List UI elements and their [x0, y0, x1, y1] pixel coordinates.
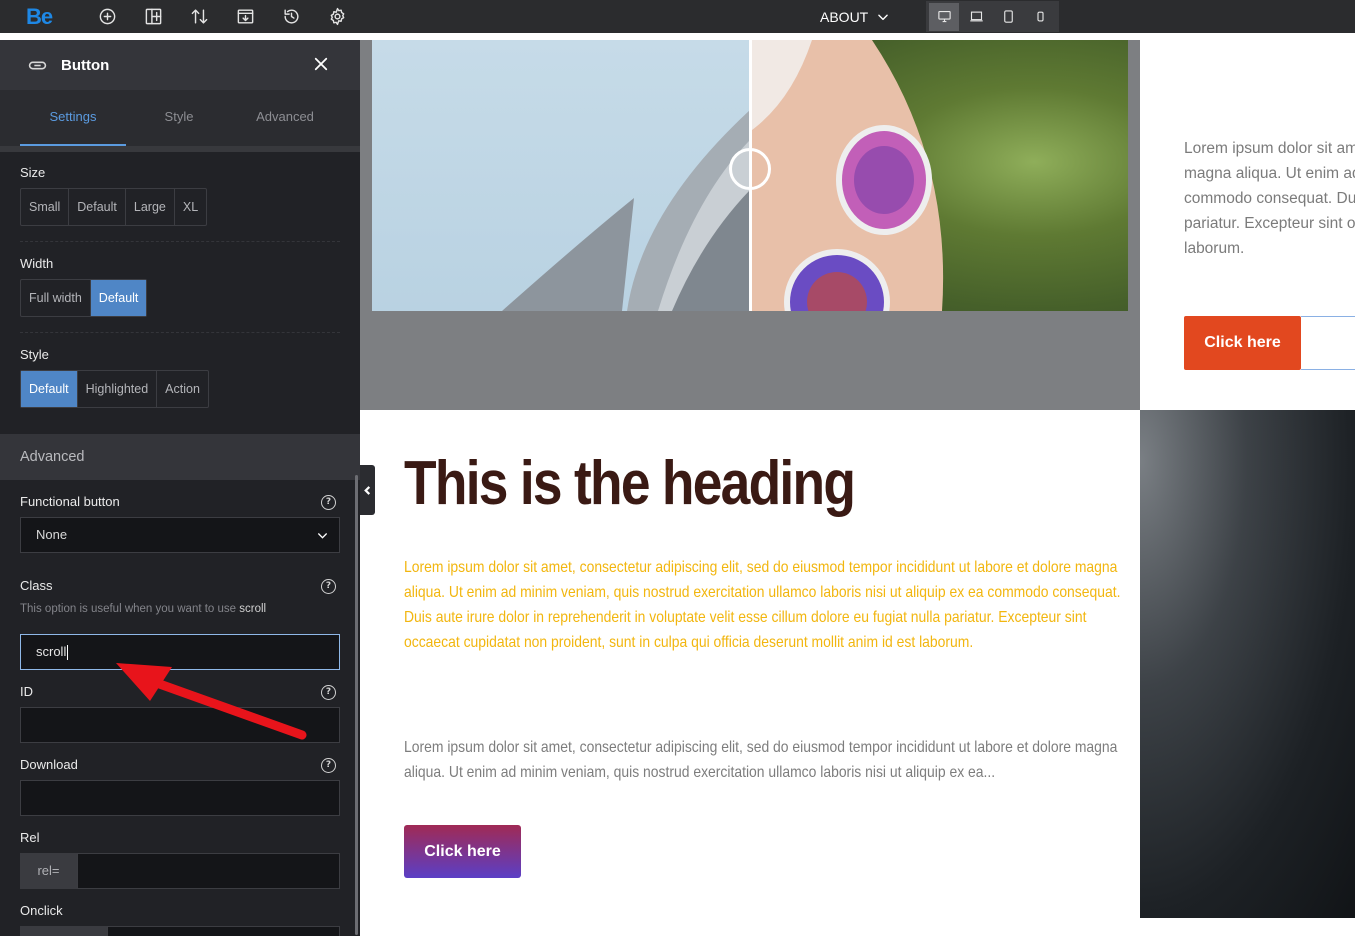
history-icon[interactable]	[280, 5, 302, 27]
class-hint-keyword: scroll	[239, 603, 267, 615]
page-selector-label: ABOUT	[820, 8, 869, 25]
help-icon[interactable]: ?	[321, 579, 336, 594]
width-label: Width	[20, 256, 54, 271]
builder-logo[interactable]: Be	[26, 4, 53, 30]
text-column-top: Lorem ipsum dolor sit amet, magna aliqua…	[1140, 40, 1355, 410]
width-options: Full width Default	[20, 279, 148, 317]
class-label: Class	[20, 578, 53, 593]
download-input[interactable]	[20, 780, 340, 816]
advanced-section-header[interactable]: Advanced	[0, 434, 360, 480]
style-options: Default Highlighted Action	[20, 370, 209, 408]
text-line: laborum.	[1184, 240, 1245, 257]
class-hint: This option is useful when you want to u…	[20, 603, 266, 615]
functional-button-value: None	[36, 527, 68, 542]
desktop-icon[interactable]	[929, 2, 959, 31]
top-right-paragraph: Lorem ipsum dolor sit amet, magna aliqua…	[1184, 136, 1355, 261]
sidebar-scrollbar[interactable]	[355, 475, 358, 935]
onclick-input[interactable]	[107, 926, 340, 936]
tablet-icon[interactable]	[993, 3, 1023, 31]
export-icon[interactable]	[234, 5, 256, 27]
size-default-option[interactable]: Default	[69, 189, 126, 225]
building-illustration	[502, 110, 749, 311]
width-default-option[interactable]: Default	[90, 280, 147, 316]
text-line: commodo consequat. Duis	[1184, 190, 1355, 207]
tab-separator	[0, 146, 360, 152]
style-default-option[interactable]: Default	[21, 371, 78, 407]
tab-settings[interactable]: Settings	[20, 90, 126, 146]
help-icon[interactable]: ?	[321, 495, 336, 510]
annotation-arrow	[116, 663, 307, 740]
device-switcher	[926, 1, 1059, 32]
functional-button-label: Functional button	[20, 494, 120, 509]
size-large-option[interactable]: Large	[126, 189, 175, 225]
help-icon[interactable]: ?	[321, 685, 336, 700]
text-line: pariatur. Excepteur sint oc	[1184, 215, 1355, 232]
rel-prefix: rel=	[20, 853, 77, 889]
dark-background-image	[1140, 410, 1355, 918]
rel-field: rel=	[20, 853, 340, 889]
divider	[20, 241, 340, 242]
button-outline-decoration	[1301, 316, 1355, 370]
chevron-down-icon	[878, 14, 889, 20]
link-icon	[28, 61, 47, 69]
text-line: Lorem ipsum dolor sit amet,	[1184, 140, 1355, 157]
style-highlighted-option[interactable]: Highlighted	[78, 371, 158, 407]
style-action-option[interactable]: Action	[157, 371, 208, 407]
top-toolbar: Be ABOUT	[0, 0, 1355, 33]
click-here-button-top[interactable]: Click here	[1184, 316, 1301, 370]
tab-style[interactable]: Style	[126, 90, 232, 146]
element-settings-panel: Button Settings Style Advanced Size Smal…	[0, 40, 360, 936]
panel-header: Button	[0, 40, 360, 90]
size-xl-option[interactable]: XL	[175, 189, 206, 225]
laptop-icon[interactable]	[961, 3, 991, 31]
click-here-button-bottom[interactable]: Click here	[404, 825, 521, 878]
body-paragraph: Lorem ipsum dolor sit amet, consectetur …	[404, 739, 1118, 781]
add-icon[interactable]	[96, 5, 118, 27]
chevron-left-icon	[364, 485, 371, 495]
size-options: Small Default Large XL	[20, 188, 208, 226]
mobile-icon[interactable]	[1025, 3, 1055, 31]
help-icon[interactable]: ?	[321, 758, 336, 773]
width-full-option[interactable]: Full width	[21, 280, 91, 316]
onclick-field	[20, 926, 340, 936]
compare-slider-handle[interactable]	[729, 148, 771, 190]
size-label: Size	[20, 165, 46, 180]
portrait-illustration	[752, 40, 944, 311]
after-image	[752, 40, 1128, 311]
tab-advanced[interactable]: Advanced	[232, 90, 338, 146]
rel-input[interactable]	[77, 853, 340, 889]
divider	[20, 332, 340, 333]
section-heading: This is the heading	[404, 449, 856, 518]
text-line: magna aliqua. Ut enim ad	[1184, 165, 1355, 182]
panel-title: Button	[61, 56, 110, 74]
style-label: Style	[20, 347, 49, 362]
class-hint-text: This option is useful when you want to u…	[20, 603, 237, 615]
page-selector[interactable]: ABOUT	[820, 0, 890, 33]
size-small-option[interactable]: Small	[21, 189, 70, 225]
panel-tabs: Settings Style Advanced	[0, 90, 360, 146]
rel-label: Rel	[20, 830, 40, 845]
onclick-prefix	[20, 926, 107, 936]
class-input-value: scroll	[36, 644, 67, 659]
layout-icon[interactable]	[142, 5, 164, 27]
page-canvas: Lorem ipsum dolor sit amet, magna aliqua…	[360, 40, 1355, 936]
highlight-paragraph: Lorem ipsum dolor sit amet, consectetur …	[404, 559, 1121, 651]
download-label: Download	[20, 757, 78, 772]
gear-icon[interactable]	[326, 5, 348, 27]
sort-icon[interactable]	[188, 5, 210, 27]
functional-button-select[interactable]: None	[20, 517, 340, 553]
before-image	[372, 40, 749, 311]
close-icon[interactable]	[312, 55, 330, 73]
text-caret	[67, 645, 69, 661]
collapse-panel-button[interactable]	[360, 465, 375, 515]
id-label: ID	[20, 684, 33, 699]
chevron-down-icon	[318, 533, 327, 539]
onclick-label: Onclick	[20, 903, 63, 918]
